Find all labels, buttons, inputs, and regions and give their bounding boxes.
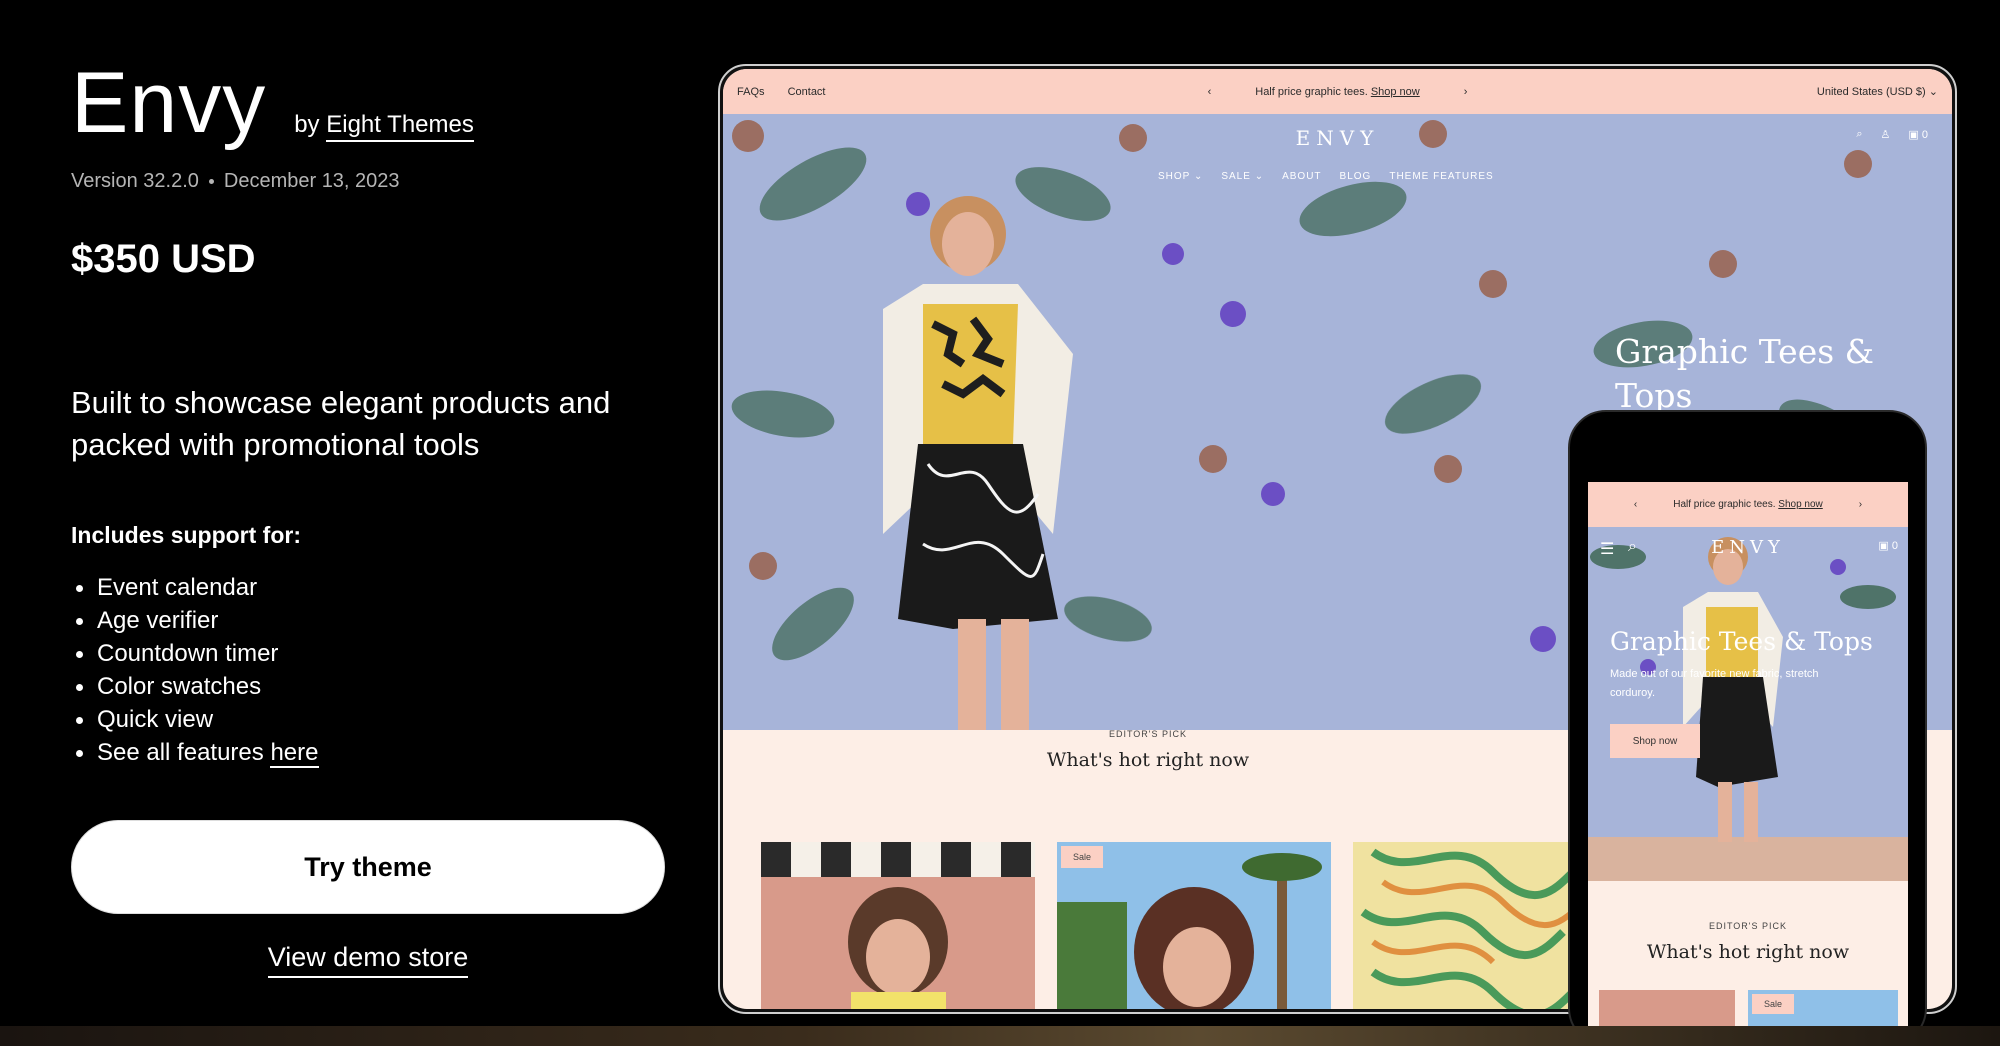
product-card[interactable] [761, 842, 1035, 1009]
section-kicker: EDITOR'S PICK [1708, 921, 1788, 931]
header-icons: ⌕ ♙ ▣ 0 [1856, 128, 1928, 141]
nav-item-sale[interactable]: SALE ⌄ [1221, 171, 1264, 182]
hero-title: Graphic Tees & Tops [1615, 332, 1875, 415]
announce-text: Half price graphic tees. [1673, 499, 1776, 510]
author-line: by Eight Themes [294, 111, 474, 142]
see-all-text: See all features [97, 739, 264, 766]
faqs-link[interactable]: FAQs [737, 86, 765, 98]
support-heading: Includes support for: [71, 522, 301, 548]
account-icon[interactable]: ♙ [1881, 128, 1891, 141]
nav-item-blog[interactable]: BLOG [1340, 171, 1372, 182]
section-heading: What's hot right now [1646, 941, 1850, 963]
sale-badge: Sale [1061, 846, 1104, 868]
see-all-features-link[interactable]: here [270, 739, 319, 768]
separator-dot [208, 179, 214, 184]
feature-item: Age verifier [71, 604, 691, 637]
store-logo[interactable]: ENVY [1296, 126, 1380, 150]
nav-label: SHOP [1158, 171, 1191, 182]
feature-item: Quick view [71, 703, 691, 736]
mobile-store-logo[interactable]: ENVY [1711, 537, 1785, 558]
try-theme-button[interactable]: Try theme [71, 820, 665, 914]
mobile-announce-message: Half price graphic tees. Shop now [1673, 499, 1823, 510]
mobile-hero-subtitle: Made out of our favorite new fabric, str… [1610, 668, 1819, 699]
announce-text: Half price graphic tees. [1255, 85, 1368, 98]
announce-links: FAQs Contact [737, 86, 846, 98]
currency-selector[interactable]: United States (USD $) ⌄ [1817, 85, 1938, 98]
mobile-hero-photo [1588, 527, 1908, 881]
mobile-editors-pick: EDITOR'S PICK What's hot right now [1588, 921, 1908, 963]
feature-item: Event calendar [71, 571, 691, 604]
title-row: Envy by Eight Themes [71, 60, 691, 146]
nav-item-shop[interactable]: SHOP ⌄ [1158, 171, 1203, 182]
by-prefix: by [294, 111, 320, 138]
product-card[interactable] [1353, 842, 1575, 1009]
search-icon[interactable]: ⌕ [1628, 538, 1637, 556]
product-card[interactable] [1599, 990, 1735, 1030]
announce-shop-now-link[interactable]: Shop now [1778, 499, 1822, 510]
chevron-down-icon: ⌄ [1928, 86, 1938, 98]
version-text: Version 32.2.0 [71, 170, 199, 192]
theme-name: Envy [71, 55, 267, 151]
product-image [1353, 842, 1575, 1009]
bottom-photo-strip [0, 1026, 2000, 1046]
feature-item: Countdown timer [71, 637, 691, 670]
release-date: December 13, 2023 [223, 170, 400, 192]
view-demo-store-link[interactable]: View demo store [267, 942, 469, 978]
nav-item-theme-features[interactable]: THEME FEATURES [1389, 171, 1493, 182]
tagline: Built to showcase elegant products and p… [71, 385, 611, 462]
menu-icon[interactable]: ☰ [1600, 539, 1614, 559]
desktop-announcement-bar: FAQs Contact ‹ Half price graphic tees. … [723, 69, 1952, 114]
editors-pick-section: EDITOR'S PICK What's hot right now [723, 729, 1573, 771]
mobile-hero: ☰ ⌕ ENVY ▣ 0 Graphic Tees & Tops Made ou… [1588, 527, 1908, 881]
mobile-hero-title: Graphic Tees & Tops [1610, 627, 1873, 656]
product-card[interactable]: Sale [1057, 842, 1331, 1009]
cart-icon[interactable]: ▣ 0 [1908, 128, 1928, 141]
section-heading: What's hot right now [1046, 749, 1250, 771]
author-link[interactable]: Eight Themes [326, 111, 474, 142]
nav-label: SALE [1221, 171, 1251, 182]
theme-info: Envy by Eight Themes Version 32.2.0 Dece… [71, 60, 691, 769]
contact-link[interactable]: Contact [788, 86, 826, 98]
mobile-preview-frame: ‹ Half price graphic tees. Shop now › ☰ … [1568, 410, 1927, 1046]
cart-icon[interactable]: ▣ 0 [1878, 539, 1898, 552]
nav-item-about[interactable]: ABOUT [1282, 171, 1321, 182]
announce-center: ‹ Half price graphic tees. Shop now › [1208, 86, 1468, 98]
mobile-announcement-bar: ‹ Half price graphic tees. Shop now › [1588, 482, 1908, 527]
chevron-left-icon[interactable]: ‹ [1208, 86, 1212, 98]
sale-badge: Sale [1752, 994, 1795, 1014]
mobile-screen: ‹ Half price graphic tees. Shop now › ☰ … [1588, 482, 1908, 1044]
chevron-right-icon[interactable]: › [1464, 86, 1468, 98]
feature-list: Event calendar Age verifier Countdown ti… [71, 571, 691, 769]
product-card[interactable]: Sale [1748, 990, 1898, 1030]
mobile-shop-now-button[interactable]: Shop now [1610, 724, 1700, 758]
chevron-left-icon[interactable]: ‹ [1634, 499, 1637, 510]
view-demo-store-link-wrap: View demo store [71, 942, 665, 978]
announce-message: Half price graphic tees. Shop now [1255, 86, 1420, 98]
feature-item: Color swatches [71, 670, 691, 703]
main-nav: SHOP ⌄ SALE ⌄ ABOUT BLOG THEME FEATURES [1158, 171, 1494, 182]
search-icon[interactable]: ⌕ [1856, 128, 1862, 141]
currency-label: United States (USD $) [1816, 86, 1926, 98]
announce-shop-now-link[interactable]: Shop now [1371, 86, 1420, 98]
section-kicker: EDITOR'S PICK [1108, 729, 1188, 739]
cart-count: 0 [1921, 129, 1928, 141]
feature-item-see-all: See all features here [71, 736, 691, 769]
price: $350 USD [71, 237, 256, 281]
product-image [761, 842, 1035, 1009]
cart-count: 0 [1891, 540, 1898, 552]
chevron-right-icon[interactable]: › [1859, 499, 1862, 510]
version-meta: Version 32.2.0 December 13, 2023 [71, 170, 691, 193]
